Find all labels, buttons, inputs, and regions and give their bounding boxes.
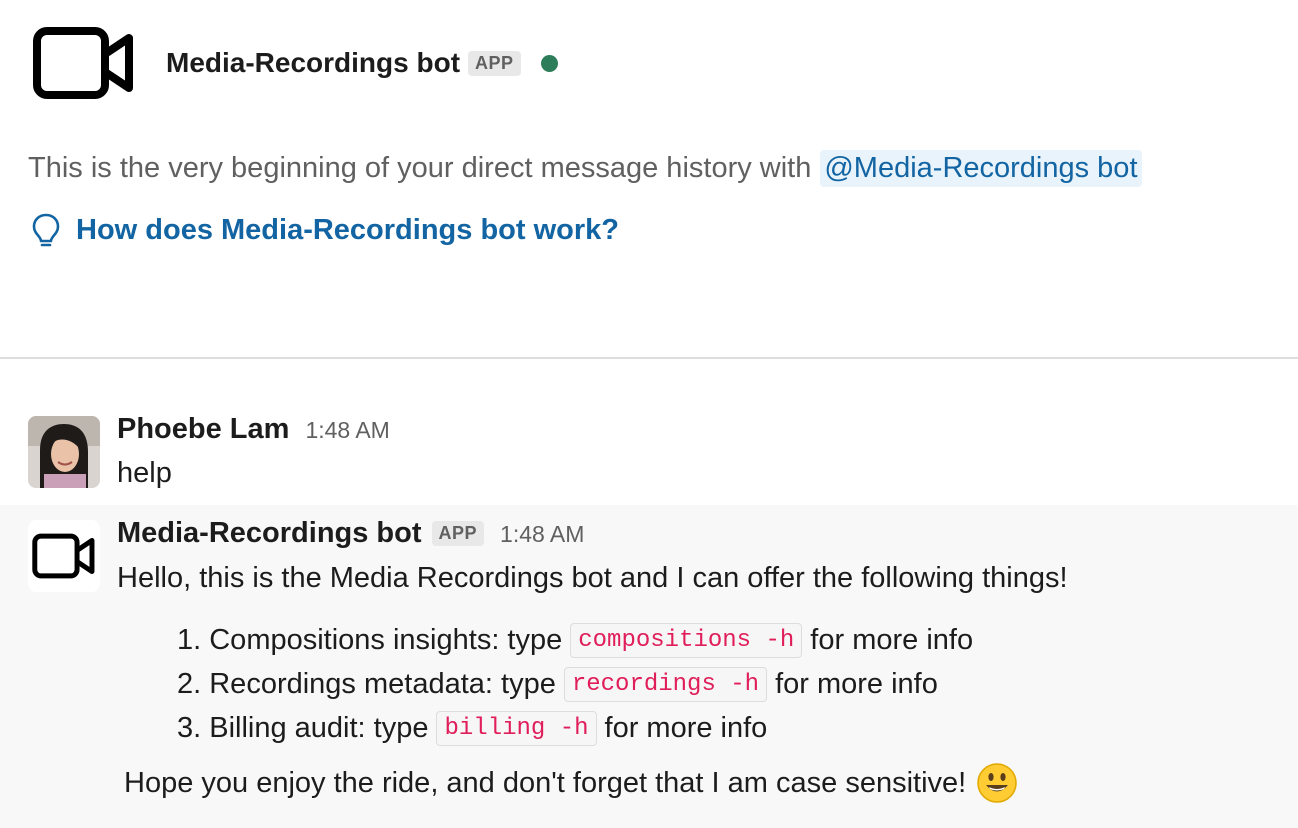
- inline-code: billing -h: [436, 710, 597, 746]
- sender-name[interactable]: Phoebe Lam: [117, 413, 289, 446]
- presence-indicator: [540, 54, 558, 72]
- ordered-list: 1. Compositions insights: type compositi…: [177, 618, 973, 750]
- list-item-prefix: 3. Billing audit: type: [177, 711, 429, 744]
- app-badge: APP: [468, 50, 521, 76]
- list-item: 1. Compositions insights: type compositi…: [177, 618, 973, 662]
- bot-name[interactable]: Media-Recordings bot: [166, 47, 460, 79]
- lightbulb-icon: [32, 213, 60, 247]
- list-item-prefix: 1. Compositions insights: type: [177, 623, 563, 656]
- how-does-bot-work-link[interactable]: How does Media-Recordings bot work?: [30, 212, 619, 248]
- smiley-emoji-icon[interactable]: [976, 762, 1018, 804]
- video-camera-icon: [32, 533, 95, 579]
- message-header: Media-Recordings bot APP 1:48 AM: [117, 517, 584, 550]
- inline-code: compositions -h: [570, 622, 803, 658]
- bot-avatar-small[interactable]: [28, 520, 100, 592]
- dm-header: Media-Recordings bot APP: [28, 8, 558, 118]
- intro-text: This is the very beginning of your direc…: [28, 150, 1142, 187]
- app-badge: APP: [431, 521, 485, 546]
- message-outro: Hope you enjoy the ride, and don't forge…: [124, 762, 1018, 804]
- list-item: 3. Billing audit: type billing -h for mo…: [177, 706, 973, 750]
- timestamp[interactable]: 1:48 AM: [500, 521, 584, 548]
- inline-code: recordings -h: [563, 666, 768, 702]
- intro-label: This is the very beginning of your direc…: [28, 152, 812, 184]
- bot-avatar[interactable]: [28, 9, 140, 117]
- message-item[interactable]: Media-Recordings bot APP 1:48 AM Hello, …: [0, 505, 1298, 828]
- outro-text: Hope you enjoy the ride, and don't forge…: [124, 766, 967, 799]
- list-item-suffix: for more info: [775, 667, 938, 700]
- bot-mention[interactable]: @Media-Recordings bot: [820, 150, 1142, 187]
- list-item: 2. Recordings metadata: type recordings …: [177, 662, 973, 706]
- list-item-prefix: 2. Recordings metadata: type: [177, 667, 556, 700]
- video-camera-icon: [33, 27, 133, 99]
- user-avatar[interactable]: [28, 416, 100, 488]
- list-item-suffix: for more info: [810, 623, 974, 656]
- dm-channel: Media-Recordings bot APP This is the ver…: [0, 0, 1298, 828]
- sender-name[interactable]: Media-Recordings bot: [117, 517, 422, 550]
- list-item-suffix: for more info: [604, 711, 768, 744]
- message-text: Hello, this is the Media Recordings bot …: [117, 562, 1068, 594]
- divider: [0, 357, 1298, 359]
- how-link-label: How does Media-Recordings bot work?: [76, 213, 619, 246]
- message-header: Phoebe Lam 1:48 AM: [117, 413, 390, 446]
- message-item[interactable]: Phoebe Lam 1:48 AM help: [0, 405, 1298, 505]
- message-text: help: [117, 457, 172, 489]
- timestamp[interactable]: 1:48 AM: [305, 417, 389, 444]
